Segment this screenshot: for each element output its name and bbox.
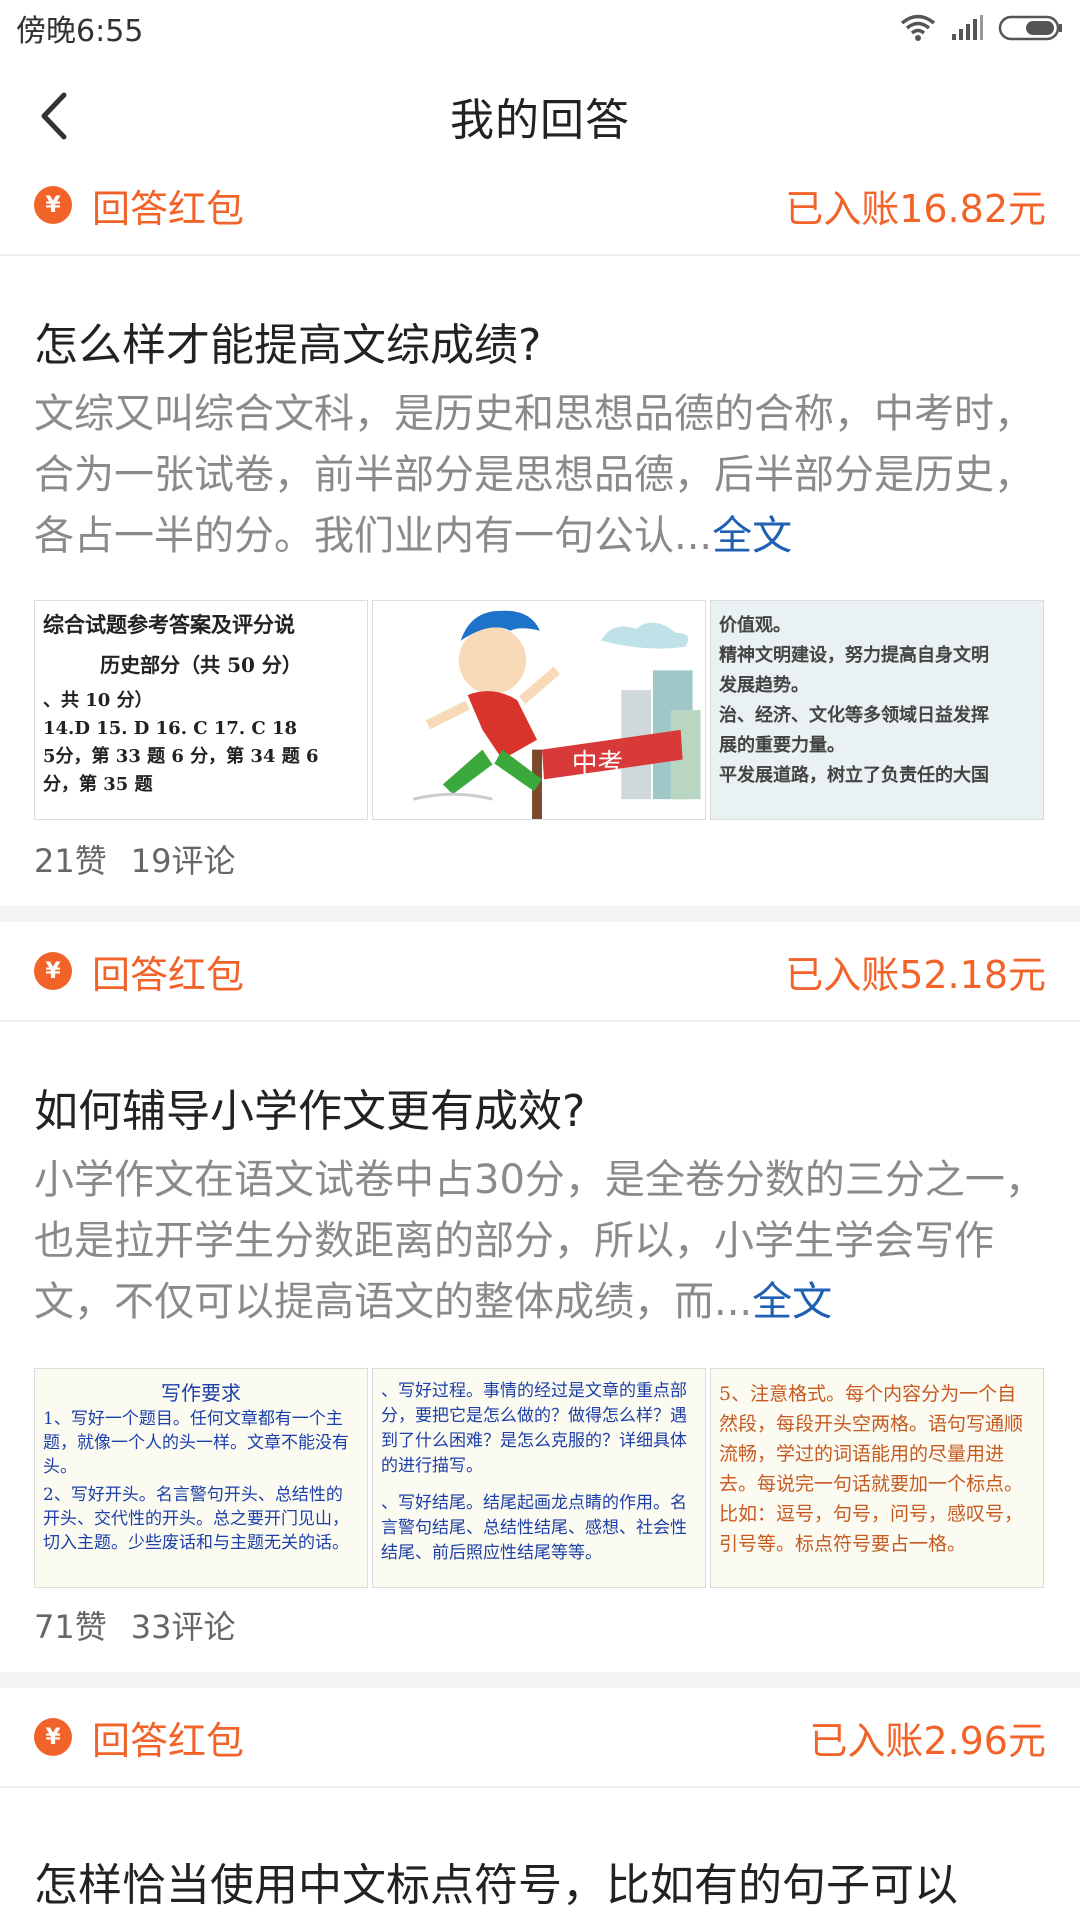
answer-card[interactable]: ¥ 回答红包 已入账2.96元 怎样恰当使用中文标点符号，比如有的句子可以 xyxy=(0,1688,1080,1920)
card-divider xyxy=(0,906,1080,922)
answer-card[interactable]: ¥ 回答红包 已入账52.18元 如何辅导小学作文更有成效? 小学作文在语文试卷… xyxy=(0,922,1080,1662)
image-gallery: 综合试题参考答案及评分说 历史部分（共 50 分） 、共 10 分） 14.D … xyxy=(34,600,1044,820)
comment-count[interactable]: 33评论 xyxy=(131,1602,236,1648)
page-title: 我的回答 xyxy=(450,95,630,146)
question-title[interactable]: 怎么样才能提高文综成绩? xyxy=(34,318,1044,374)
answer-excerpt-text: 文综又叫综合文科，是历史和思想品德的合称，中考时，合为一张试卷，前半部分是思想品… xyxy=(34,391,1034,559)
card-divider xyxy=(0,1672,1080,1688)
thumb-text: 、写好过程。事情的经过是文章的重点部分，要把它是怎么做的？做得怎么样？遇到了什么… xyxy=(381,1381,687,1476)
image-gallery: 写作要求 1、写好一个题目。任何文章都有一个主题，就像一个人的头一样。文章不能没… xyxy=(34,1368,1044,1588)
status-icons xyxy=(900,14,1064,42)
thumb-text: 发展趋势。 xyxy=(719,675,809,696)
banner-text: 中考 xyxy=(572,748,624,778)
thumb-text: 2、写好开头。名言警句开头、总结性的开头、交代性的开头。总之要开门见山，切入主题… xyxy=(43,1485,349,1553)
thumb-text: 精神文明建设，努力提高自身文明 xyxy=(719,645,989,666)
redpacket-icon: ¥ xyxy=(34,186,72,224)
status-bar: 傍晚6:55 xyxy=(0,0,1080,56)
status-time: 傍晚6:55 xyxy=(16,14,144,49)
redpacket-amount: 已入账52.18元 xyxy=(785,952,1046,997)
redpacket-row[interactable]: ¥ 回答红包 已入账16.82元 xyxy=(0,156,1080,256)
redpacket-row[interactable]: ¥ 回答红包 已入账2.96元 xyxy=(0,1688,1080,1788)
redpacket-row[interactable]: ¥ 回答红包 已入账52.18元 xyxy=(0,922,1080,1022)
thumb-text: 价值观。 xyxy=(719,615,791,636)
answer-stats: 71赞 33评论 xyxy=(34,1602,235,1648)
redpacket-amount: 已入账2.96元 xyxy=(809,1718,1046,1763)
redpacket-label: 回答红包 xyxy=(92,952,245,997)
thumb-text: 治、经济、文化等多领域日益发挥 xyxy=(719,705,989,726)
answer-excerpt[interactable]: 小学作文在语文试卷中占30分，是全卷分数的三分之一，也是拉开学生分数距离的部分，… xyxy=(34,1150,1049,1333)
thumb-text: 5、注意格式。每个内容分为一个自然段，每段开头空两格。语句写通顺流畅，学过的词语… xyxy=(719,1383,1024,1555)
thumb-text: 、共 10 分） xyxy=(43,690,153,711)
redpacket-icon: ¥ xyxy=(34,1718,72,1756)
battery-icon xyxy=(998,15,1062,41)
thumb-text: 综合试题参考答案及评分说 xyxy=(43,612,295,637)
thumb-text: 14.D 15. D 16. C 17. C 18 xyxy=(43,718,298,739)
cartoon-runner-illustration: 中考 xyxy=(373,601,705,819)
read-more-link[interactable]: 全文 xyxy=(752,1279,832,1325)
signal-icon xyxy=(952,15,983,40)
read-more-link[interactable]: 全文 xyxy=(712,513,792,559)
thumb-text: 5分，第 33 题 6 分，第 34 题 6 分，第 35 题 xyxy=(43,746,319,795)
question-title[interactable]: 如何辅导小学作文更有成效? xyxy=(34,1084,1044,1140)
redpacket-icon: ¥ xyxy=(34,952,72,990)
thumb-text: 平发展道路，树立了负责任的大国 xyxy=(719,765,989,786)
answer-card[interactable]: ¥ 回答红包 已入账16.82元 怎么样才能提高文综成绩? 文综又叫综合文科，是… xyxy=(0,156,1080,896)
thumbnail-image[interactable]: 、写好过程。事情的经过是文章的重点部分，要把它是怎么做的？做得怎么样？遇到了什么… xyxy=(372,1368,706,1588)
answer-excerpt[interactable]: 文综又叫综合文科，是历史和思想品德的合称，中考时，合为一张试卷，前半部分是思想品… xyxy=(34,384,1049,567)
question-title[interactable]: 怎样恰当使用中文标点符号，比如有的句子可以 xyxy=(34,1858,1044,1914)
thumbnail-image[interactable]: 价值观。 精神文明建设，努力提高自身文明 发展趋势。 治、经济、文化等多领域日益… xyxy=(710,600,1044,820)
thumbnail-image[interactable]: 5、注意格式。每个内容分为一个自然段，每段开头空两格。语句写通顺流畅，学过的词语… xyxy=(710,1368,1044,1588)
thumb-text: 、写好结尾。结尾起画龙点睛的作用。名言警句结尾、总结性结尾、感想、社会性结尾、前… xyxy=(381,1493,687,1563)
thumb-text: 写作要求 xyxy=(161,1381,241,1405)
redpacket-amount: 已入账16.82元 xyxy=(785,186,1046,231)
back-button[interactable] xyxy=(24,86,84,146)
like-count[interactable]: 71赞 xyxy=(34,1602,107,1648)
redpacket-label: 回答红包 xyxy=(92,1718,245,1763)
comment-count[interactable]: 19评论 xyxy=(131,836,236,882)
wifi-icon xyxy=(900,14,936,41)
thumbnail-image[interactable]: 综合试题参考答案及评分说 历史部分（共 50 分） 、共 10 分） 14.D … xyxy=(34,600,368,820)
like-count[interactable]: 21赞 xyxy=(34,836,107,882)
answer-stats: 21赞 19评论 xyxy=(34,836,235,882)
answer-excerpt-text: 小学作文在语文试卷中占30分，是全卷分数的三分之一，也是拉开学生分数距离的部分，… xyxy=(34,1157,1045,1325)
chevron-left-icon xyxy=(41,92,67,140)
thumb-text: 历史部分（共 50 分） xyxy=(100,653,302,677)
thumbnail-image[interactable]: 写作要求 1、写好一个题目。任何文章都有一个主题，就像一个人的头一样。文章不能没… xyxy=(34,1368,368,1588)
redpacket-label: 回答红包 xyxy=(92,186,245,231)
thumb-text: 1、写好一个题目。任何文章都有一个主题，就像一个人的头一样。文章不能没有头。 xyxy=(43,1409,349,1477)
thumb-text: 展的重要力量。 xyxy=(719,735,845,756)
thumbnail-image[interactable]: 中考 xyxy=(372,600,706,820)
